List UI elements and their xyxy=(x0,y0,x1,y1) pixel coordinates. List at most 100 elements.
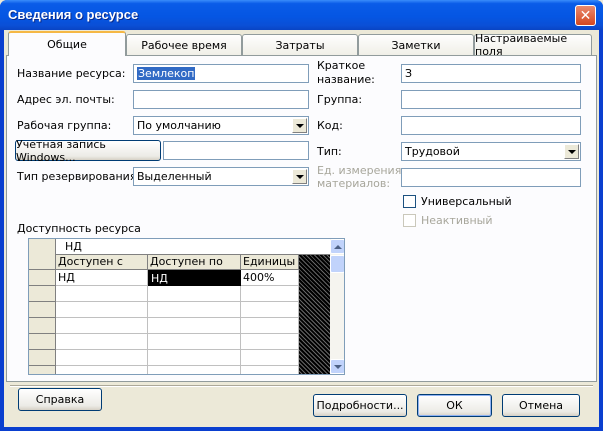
cell-empty[interactable] xyxy=(241,366,299,374)
tab-costs-label: Затраты xyxy=(275,38,325,52)
workgroup-dropdown-button[interactable] xyxy=(292,118,307,133)
row-header[interactable] xyxy=(29,366,56,374)
cancel-button[interactable]: Отмена xyxy=(502,394,580,417)
cell-empty[interactable] xyxy=(241,286,299,302)
grid-select-all[interactable] xyxy=(29,255,56,270)
availability-grid: НД Доступен с Доступен по Единицы НД НД … xyxy=(28,238,345,375)
generic-checkbox[interactable] xyxy=(403,195,416,208)
tab-general[interactable]: Общие xyxy=(8,31,126,56)
close-button[interactable]: ✕ xyxy=(575,5,596,26)
code-label: Код: xyxy=(317,119,343,132)
type-select[interactable]: Трудовой xyxy=(401,142,581,161)
table-row[interactable] xyxy=(29,286,330,302)
table-row[interactable] xyxy=(29,318,330,334)
grid-unused-area xyxy=(299,255,330,374)
cell-empty[interactable] xyxy=(148,286,241,302)
row-header[interactable] xyxy=(29,334,56,350)
table-row[interactable] xyxy=(29,302,330,318)
tab-working-time-label: Рабочее время xyxy=(141,38,227,52)
workgroup-label: Рабочая группа: xyxy=(17,119,112,132)
cell-empty[interactable] xyxy=(148,350,241,366)
dialog-title: Сведения о ресурсе xyxy=(8,7,139,22)
grid-vertical-scrollbar[interactable] xyxy=(330,239,344,374)
cell-empty[interactable] xyxy=(56,286,148,302)
type-value: Трудовой xyxy=(405,145,460,158)
tab-working-time[interactable]: Рабочее время xyxy=(126,34,242,55)
ok-button-label: ОК xyxy=(446,399,463,412)
table-row[interactable] xyxy=(29,366,330,374)
workgroup-value: По умолчанию xyxy=(137,119,221,132)
tab-notes-label: Заметки xyxy=(391,38,441,52)
row-header[interactable] xyxy=(29,286,56,302)
scroll-up-button[interactable] xyxy=(330,239,344,254)
tab-custom-fields[interactable]: Настраиваемые поля xyxy=(474,32,592,58)
tab-notes[interactable]: Заметки xyxy=(358,34,474,55)
cell-empty[interactable] xyxy=(148,334,241,350)
inactive-checkbox[interactable] xyxy=(403,214,416,227)
cell-empty[interactable] xyxy=(56,302,148,318)
group-label: Группа: xyxy=(317,93,363,106)
code-input[interactable] xyxy=(401,116,581,135)
grid-edit-bar[interactable]: НД xyxy=(29,239,330,255)
generic-label: Универсальный xyxy=(421,195,512,208)
grid-edit-value: НД xyxy=(65,240,82,253)
tab-costs[interactable]: Затраты xyxy=(242,34,358,55)
cell-empty[interactable] xyxy=(56,318,148,334)
cancel-button-label: Отмена xyxy=(518,399,564,412)
row-header[interactable] xyxy=(29,270,56,286)
resource-name-input[interactable]: Землекоп xyxy=(133,64,309,83)
initials-label-line2: название: xyxy=(317,73,375,86)
booking-type-dropdown-button[interactable] xyxy=(292,169,307,184)
column-units[interactable]: Единицы xyxy=(241,255,299,270)
cell-empty[interactable] xyxy=(148,302,241,318)
booking-type-value: Выделенный xyxy=(137,170,212,183)
table-row[interactable] xyxy=(29,350,330,366)
resource-name-label: Название ресурса: xyxy=(17,67,126,80)
initials-input[interactable]: З xyxy=(401,64,581,83)
scroll-thumb[interactable] xyxy=(330,255,344,273)
material-label-line1: Ед. измерения xyxy=(317,164,402,177)
email-label: Адрес эл. почты: xyxy=(17,93,115,106)
cell-empty[interactable] xyxy=(148,318,241,334)
inactive-label: Неактивный xyxy=(421,214,493,227)
booking-type-label: Тип резервирования: xyxy=(17,170,141,183)
row-header[interactable] xyxy=(29,350,56,366)
scroll-down-button[interactable] xyxy=(330,359,344,374)
column-available-to[interactable]: Доступен по xyxy=(148,255,241,270)
title-bar[interactable]: Сведения о ресурсе ✕ xyxy=(0,0,603,30)
availability-section-label: Доступность ресурса xyxy=(17,222,141,235)
ok-button[interactable]: ОК xyxy=(417,394,492,417)
cell-units[interactable]: 400% xyxy=(241,270,299,286)
windows-account-input[interactable] xyxy=(163,141,309,160)
chevron-down-icon xyxy=(567,149,576,154)
group-input[interactable] xyxy=(401,90,581,109)
workgroup-select[interactable]: По умолчанию xyxy=(133,116,309,135)
help-button-label: Справка xyxy=(35,393,85,406)
windows-account-button[interactable]: Учетная запись Windows... xyxy=(15,138,161,164)
material-label-input[interactable] xyxy=(401,168,581,187)
booking-type-select[interactable]: Выделенный xyxy=(133,167,309,186)
resource-info-dialog: Сведения о ресурсе ✕ Общие Рабочее время… xyxy=(0,0,603,431)
chevron-down-icon xyxy=(295,174,304,179)
row-header[interactable] xyxy=(29,302,56,318)
cell-empty[interactable] xyxy=(148,366,241,374)
details-button-label: Подробности... xyxy=(316,399,404,412)
row-header[interactable] xyxy=(29,318,56,334)
cell-empty[interactable] xyxy=(56,334,148,350)
cell-empty[interactable] xyxy=(56,366,148,374)
table-row[interactable] xyxy=(29,334,330,350)
column-available-from[interactable]: Доступен с xyxy=(56,255,148,270)
cell-empty[interactable] xyxy=(241,334,299,350)
details-button[interactable]: Подробности... xyxy=(313,394,407,417)
type-dropdown-button[interactable] xyxy=(564,144,579,159)
email-input[interactable] xyxy=(133,90,309,109)
cell-available-to[interactable]: НД xyxy=(148,270,241,286)
cell-empty[interactable] xyxy=(241,302,299,318)
material-label-line2: материалов: xyxy=(317,177,391,190)
help-button[interactable]: Справка xyxy=(18,388,102,411)
cell-available-from[interactable]: НД xyxy=(56,270,148,286)
cell-empty[interactable] xyxy=(56,350,148,366)
cell-empty[interactable] xyxy=(241,318,299,334)
cell-empty[interactable] xyxy=(241,350,299,366)
table-row[interactable]: НД НД 400% xyxy=(29,270,330,286)
